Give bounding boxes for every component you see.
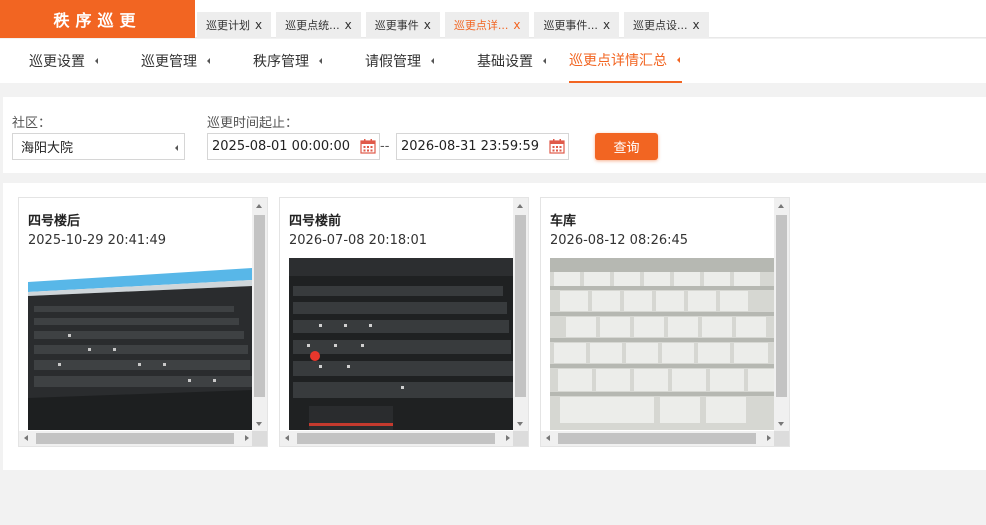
vertical-scrollbar[interactable] (252, 198, 267, 432)
close-icon[interactable]: x (345, 18, 352, 32)
top-bar: 秩序巡更 巡更计划 x 巡更点统... x 巡更事件 x 巡更点详... x 巡更事件.… (0, 0, 986, 38)
results-panel: 四号楼后 2025-10-29 20:41:49 四号楼前 2026-07-08… (3, 183, 986, 470)
scroll-left-icon[interactable] (546, 435, 550, 441)
query-button[interactable]: 查询 (595, 133, 658, 160)
range-separator: -- (380, 139, 390, 154)
sub-navigation: 巡更设置 巡更管理 秩序管理 请假管理 基础设置 巡更点详情汇总 (0, 39, 986, 83)
time-range-label: 巡更时间起止： (207, 116, 299, 131)
doc-tab-label: 巡更点统... (285, 19, 340, 32)
scroll-thumb[interactable] (515, 215, 526, 397)
caret-left-icon (95, 58, 98, 64)
doc-tab-label: 巡更事件... (543, 19, 598, 32)
doc-tab-event-details[interactable]: 巡更事件... x (534, 12, 620, 38)
scroll-down-icon[interactable] (778, 422, 784, 426)
scroll-left-icon[interactable] (285, 435, 289, 441)
nav-patrol-management[interactable]: 巡更管理 (141, 39, 210, 83)
scroll-thumb[interactable] (558, 433, 756, 444)
horizontal-scrollbar[interactable] (541, 431, 776, 446)
doc-tab-point-details[interactable]: 巡更点详... x (444, 12, 530, 38)
vertical-scrollbar[interactable] (774, 198, 789, 432)
nav-label: 秩序管理 (253, 54, 309, 70)
scroll-thumb[interactable] (36, 433, 234, 444)
nav-label: 基础设置 (477, 54, 533, 70)
calendar-icon[interactable] (360, 138, 376, 154)
caret-left-icon (543, 58, 546, 64)
caret-left-icon (207, 58, 210, 64)
community-select[interactable]: 海阳大院 (12, 133, 185, 160)
scroll-thumb[interactable] (297, 433, 495, 444)
nav-order-management[interactable]: 秩序管理 (253, 39, 322, 83)
record-time: 2026-08-12 08:26:45 (550, 233, 689, 248)
document-tabs: 巡更计划 x 巡更点统... x 巡更事件 x 巡更点详... x 巡更事件... x 巡… (197, 12, 709, 38)
end-time-input[interactable]: 2026-08-31 23:59:59 (396, 133, 569, 160)
start-time-input[interactable]: 2025-08-01 00:00:00 (207, 133, 380, 160)
scroll-down-icon[interactable] (256, 422, 262, 426)
filter-panel: 社区： 海阳大院 巡更时间起止： 2025-08-01 00:00:00 -- … (3, 97, 986, 173)
nav-basic-settings[interactable]: 基础设置 (477, 39, 546, 83)
caret-left-icon (677, 57, 680, 63)
doc-tab-label: 巡更计划 (206, 19, 250, 32)
scroll-right-icon[interactable] (245, 435, 249, 441)
scroll-corner (774, 431, 789, 446)
record-title: 四号楼后 (28, 214, 81, 229)
end-time-value: 2026-08-31 23:59:59 (401, 139, 540, 154)
doc-tab-patrol-plan[interactable]: 巡更计划 x (197, 12, 272, 38)
record-title: 车库 (550, 214, 577, 229)
vertical-scrollbar[interactable] (513, 198, 528, 432)
horizontal-scrollbar[interactable] (19, 431, 254, 446)
patrol-photo[interactable] (28, 258, 252, 430)
caret-left-icon (431, 58, 434, 64)
doc-tab-point-stats[interactable]: 巡更点统... x (276, 12, 361, 38)
nav-label: 请假管理 (365, 54, 421, 70)
scroll-up-icon[interactable] (256, 204, 262, 208)
record-title: 四号楼前 (289, 214, 342, 229)
record-card: 四号楼后 2025-10-29 20:41:49 (18, 197, 268, 447)
close-icon[interactable]: x (255, 18, 262, 32)
record-time: 2026-07-08 20:18:01 (289, 233, 428, 248)
nav-leave-management[interactable]: 请假管理 (365, 39, 434, 83)
scroll-corner (513, 431, 528, 446)
nav-point-detail-summary[interactable]: 巡更点详情汇总 (569, 39, 682, 83)
nav-label: 巡更管理 (141, 54, 197, 70)
scroll-left-icon[interactable] (24, 435, 28, 441)
doc-tab-label: 巡更点设... (633, 19, 688, 32)
patrol-photo[interactable] (550, 258, 774, 430)
record-card: 四号楼前 2026-07-08 20:18:01 (279, 197, 529, 447)
horizontal-scrollbar[interactable] (280, 431, 515, 446)
nav-label: 巡更点详情汇总 (569, 53, 667, 69)
nav-label: 巡更设置 (29, 54, 85, 70)
patrol-photo[interactable] (289, 258, 513, 430)
scroll-up-icon[interactable] (517, 204, 523, 208)
community-value: 海阳大院 (21, 141, 74, 156)
doc-tab-label: 巡更点详... (453, 19, 509, 32)
doc-tab-label: 巡更事件 (374, 19, 419, 32)
scroll-corner (252, 431, 267, 446)
caret-left-icon (175, 145, 178, 151)
community-label: 社区： (12, 116, 52, 131)
scroll-up-icon[interactable] (778, 204, 784, 208)
close-icon[interactable]: x (693, 18, 700, 32)
record-time: 2025-10-29 20:41:49 (28, 233, 167, 248)
start-time-value: 2025-08-01 00:00:00 (212, 139, 351, 154)
close-icon[interactable]: x (424, 18, 431, 32)
scroll-right-icon[interactable] (767, 435, 771, 441)
scroll-right-icon[interactable] (506, 435, 510, 441)
doc-tab-patrol-events[interactable]: 巡更事件 x (365, 12, 440, 38)
scroll-thumb[interactable] (254, 215, 265, 397)
caret-left-icon (319, 58, 322, 64)
close-icon[interactable]: x (603, 18, 610, 32)
app-brand: 秩序巡更 (0, 0, 195, 38)
scroll-down-icon[interactable] (517, 422, 523, 426)
nav-patrol-settings[interactable]: 巡更设置 (29, 39, 98, 83)
calendar-icon[interactable] (549, 138, 565, 154)
scroll-thumb[interactable] (776, 215, 787, 397)
close-icon[interactable]: x (513, 18, 520, 32)
record-card: 车库 2026-08-12 08:26:45 (540, 197, 790, 447)
doc-tab-point-settings[interactable]: 巡更点设... x (624, 12, 709, 38)
